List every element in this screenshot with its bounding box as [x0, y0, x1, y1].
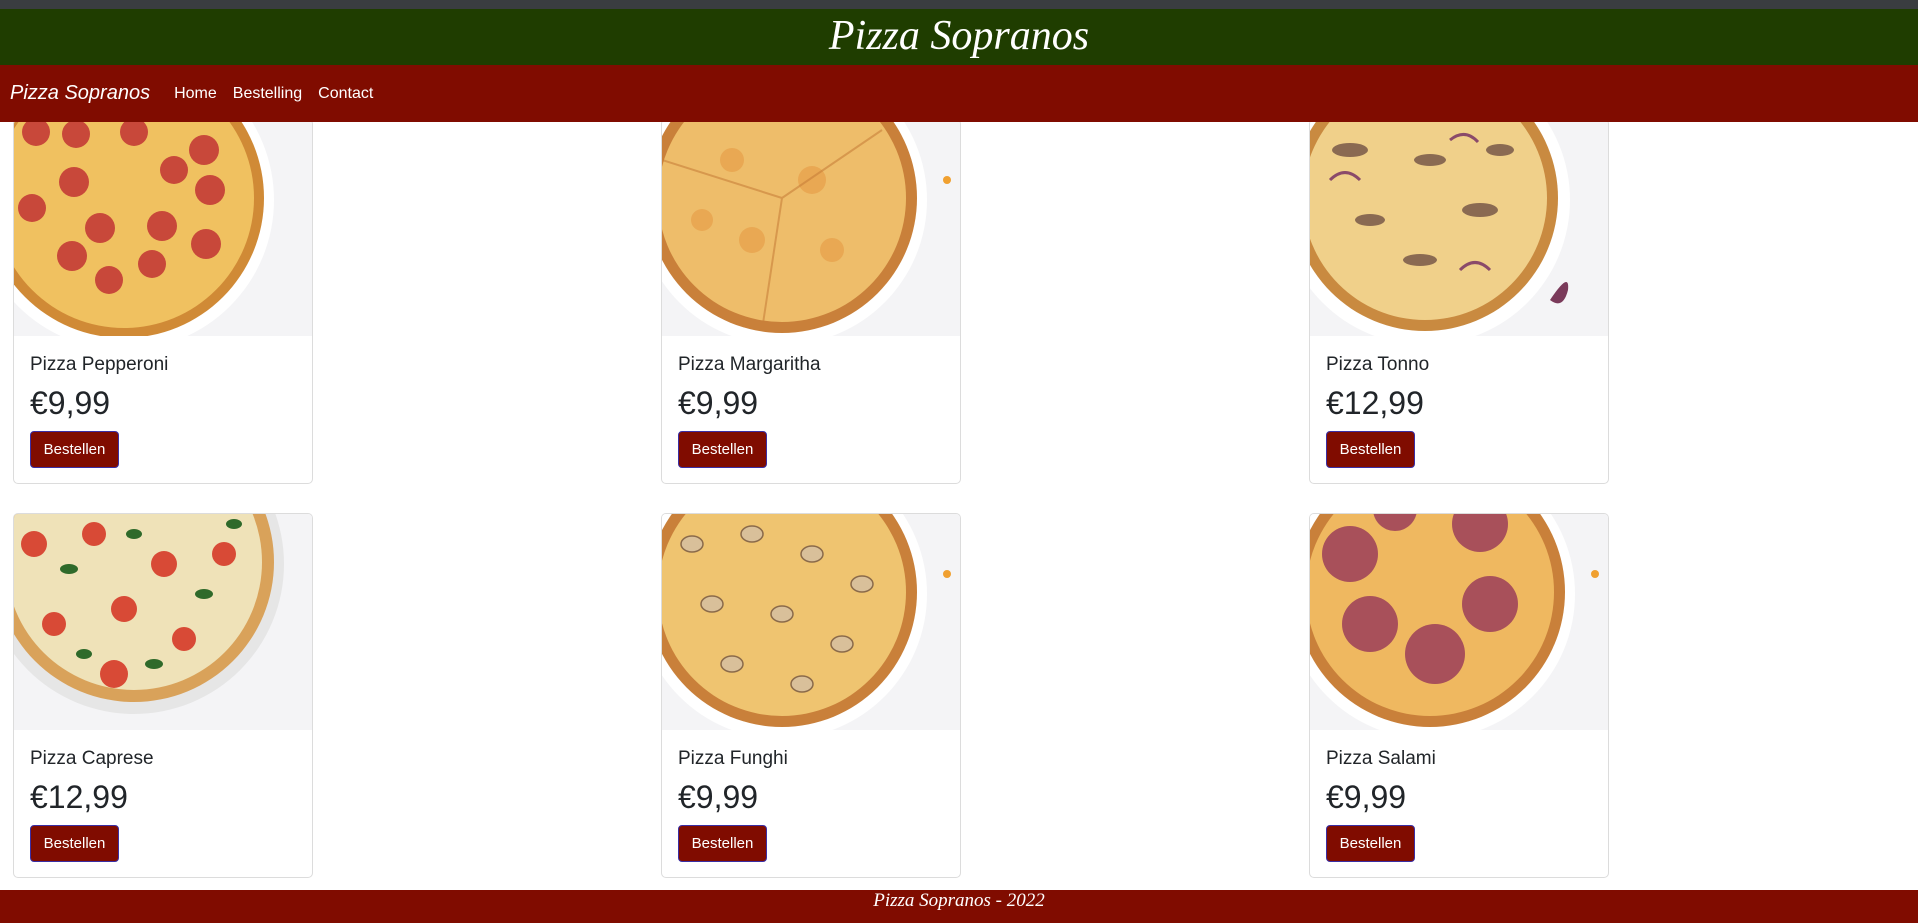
order-button[interactable]: Bestellen: [678, 431, 767, 468]
order-button[interactable]: Bestellen: [30, 825, 119, 862]
order-button[interactable]: Bestellen: [30, 431, 119, 468]
pizza-margaritha-image: [662, 122, 960, 336]
navbar-brand[interactable]: Pizza Sopranos: [10, 82, 150, 105]
site-footer: Pizza Sopranos - 2022: [0, 890, 1918, 923]
product-card: Pizza Pepperoni €9,99 Bestellen: [13, 122, 313, 484]
product-card: Pizza Tonno €12,99 Bestellen: [1309, 122, 1609, 484]
product-name: Pizza Caprese: [30, 748, 154, 769]
pizza-tonno-image: [1310, 122, 1608, 336]
product-card: Pizza Salami €9,99 Bestellen: [1309, 513, 1609, 878]
product-name: Pizza Pepperoni: [30, 354, 169, 375]
pizza-salami-image: [1310, 514, 1608, 730]
product-price: €9,99: [678, 385, 759, 421]
nav-link-home[interactable]: Home: [174, 85, 217, 103]
product-card: Pizza Caprese €12,99 Bestellen: [13, 513, 313, 878]
order-button[interactable]: Bestellen: [1326, 431, 1415, 468]
site-banner: Pizza Sopranos: [0, 9, 1918, 65]
product-price: €9,99: [1326, 779, 1407, 815]
product-name: Pizza Tonno: [1326, 354, 1430, 375]
browser-top-strip: [0, 0, 1918, 9]
product-name: Pizza Salami: [1326, 748, 1436, 769]
product-card: Pizza Margaritha €9,99 Bestellen: [661, 122, 961, 484]
order-button[interactable]: Bestellen: [1326, 825, 1415, 862]
pizza-funghi-image: [662, 514, 960, 730]
product-price: €12,99: [1326, 385, 1424, 421]
product-grid: Pizza Pepperoni €9,99 Bestellen Pizza Ma…: [0, 122, 1918, 889]
order-button[interactable]: Bestellen: [678, 825, 767, 862]
product-price: €12,99: [30, 779, 128, 815]
product-price: €9,99: [30, 385, 111, 421]
site-title: Pizza Sopranos: [828, 13, 1090, 59]
product-price: €9,99: [678, 779, 759, 815]
nav-link-contact[interactable]: Contact: [318, 85, 373, 103]
main-navbar: Pizza Sopranos Home Bestelling Contact: [0, 65, 1918, 122]
product-card: Pizza Funghi €9,99 Bestellen: [661, 513, 961, 878]
footer-text: Pizza Sopranos - 2022: [873, 889, 1045, 911]
pizza-pepperoni-image: [14, 122, 312, 336]
pizza-caprese-image: [14, 514, 312, 730]
product-name: Pizza Funghi: [678, 748, 788, 769]
nav-link-bestelling[interactable]: Bestelling: [233, 85, 302, 103]
product-name: Pizza Margaritha: [678, 354, 821, 375]
